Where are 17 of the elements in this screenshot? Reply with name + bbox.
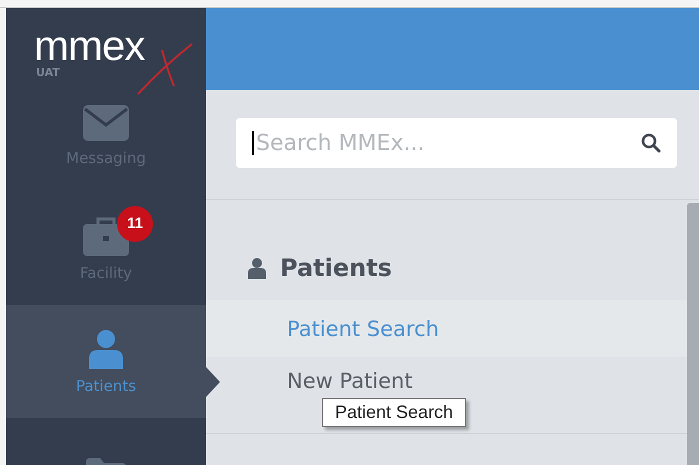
envelope-icon	[83, 104, 129, 140]
search-box[interactable]: Search MMEx...	[236, 118, 677, 168]
person-icon	[248, 257, 266, 279]
text-cursor	[252, 131, 254, 155]
section-title: Patients	[280, 254, 392, 282]
notification-badge: 11	[117, 206, 153, 242]
person-icon	[89, 328, 123, 368]
briefcase-icon	[83, 216, 129, 256]
search-field[interactable]: Search MMEx...	[254, 130, 641, 156]
environment-label: UAT	[36, 66, 61, 79]
scrollbar[interactable]	[687, 203, 699, 465]
logo-wordmark: mmex	[34, 26, 146, 66]
nav-label: Patients	[76, 376, 136, 394]
tooltip: Patient Search	[322, 398, 466, 427]
menu-item[interactable]: New Patient	[206, 357, 687, 397]
menu-item[interactable]: Patient Search	[206, 300, 687, 357]
search-icon[interactable]	[641, 133, 661, 153]
